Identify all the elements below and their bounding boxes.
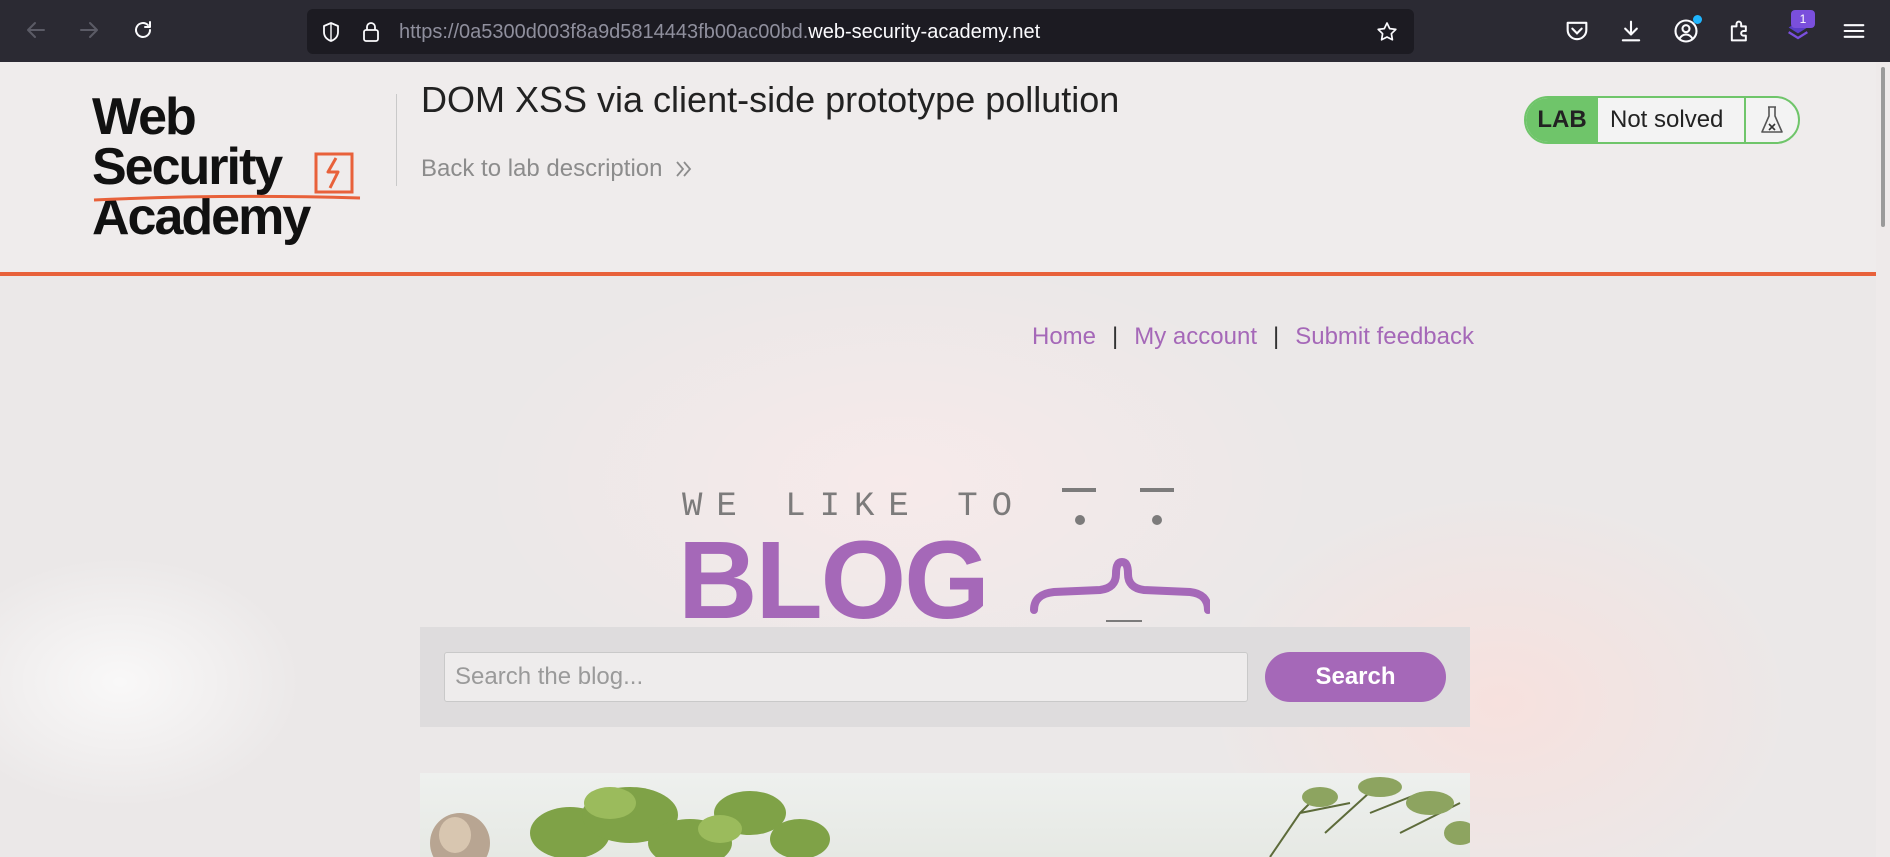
reload-button[interactable] <box>127 14 159 46</box>
nav-submit-feedback-link[interactable]: Submit feedback <box>1295 323 1474 351</box>
extension-badge: 1 <box>1791 10 1815 28</box>
lab-status-widget: LAB Not solved <box>1524 96 1800 144</box>
nav-my-account-link[interactable]: My account <box>1134 323 1257 351</box>
browser-toolbar: https://0a5300d003f8a9d5814443fb00ac00bd… <box>0 0 1890 62</box>
double-chevron-right-icon <box>676 161 692 177</box>
address-bar[interactable]: https://0a5300d003f8a9d5814443fb00ac00bd… <box>307 9 1414 54</box>
flask-icon <box>1761 106 1783 133</box>
forward-button[interactable] <box>73 14 105 46</box>
logo-underline <box>93 194 361 202</box>
lab-badge: LAB <box>1526 98 1598 142</box>
puzzle-icon[interactable] <box>1726 17 1754 45</box>
lab-title: DOM XSS via client-side prototype pollut… <box>421 79 1120 120</box>
reload-icon <box>135 21 151 38</box>
lab-status-text: Not solved <box>1598 98 1746 142</box>
search-input[interactable] <box>444 652 1248 702</box>
back-to-lab-description-link[interactable]: Back to lab description <box>421 155 694 183</box>
url-host: web-security-academy.net <box>808 21 1041 43</box>
banner-line-2: BLOG <box>678 519 990 642</box>
web-security-academy-logo[interactable]: Web Security Academy <box>92 91 392 243</box>
pocket-icon[interactable] <box>1563 17 1591 45</box>
page-scrollbar[interactable] <box>1876 62 1890 857</box>
search-button[interactable]: Search <box>1265 652 1446 702</box>
download-icon[interactable] <box>1617 17 1645 45</box>
flask-button[interactable] <box>1746 98 1798 142</box>
url-text[interactable]: https://0a5300d003f8a9d5814443fb00ac00bd… <box>399 21 1040 44</box>
blog-post-photo <box>430 777 1470 857</box>
arrow-left-icon <box>27 22 45 38</box>
url-prefix: https://0a5300d003f8a9d5814443fb00ac00bd… <box>399 21 809 43</box>
top-nav: Home | My account | Submit feedback <box>1032 323 1474 351</box>
lightning-logo-icon <box>314 152 354 194</box>
arrow-right-icon <box>80 22 98 38</box>
blog-post-image[interactable] <box>420 773 1470 857</box>
lab-header: Web Security Academy DOM XSS via client-… <box>0 62 1876 276</box>
nav-separator: | <box>1112 323 1119 350</box>
account-notification-dot <box>1693 15 1702 24</box>
nav-separator: | <box>1272 323 1280 350</box>
back-link-label: Back to lab description <box>421 155 663 182</box>
hamburger-icon[interactable] <box>1840 17 1868 45</box>
blog-face-icon <box>1030 488 1210 622</box>
lock-icon[interactable] <box>359 20 383 44</box>
shield-icon[interactable] <box>319 20 343 44</box>
header-divider <box>396 94 397 186</box>
scrollbar-thumb[interactable] <box>1881 67 1885 227</box>
page-content: Web Security Academy DOM XSS via client-… <box>0 62 1876 857</box>
search-panel: Search <box>420 627 1470 727</box>
star-icon[interactable] <box>1375 20 1399 44</box>
back-button[interactable] <box>20 14 52 46</box>
blog-banner: WE LIKE TO BLOG <box>678 482 1218 642</box>
nav-home-link[interactable]: Home <box>1032 323 1096 351</box>
